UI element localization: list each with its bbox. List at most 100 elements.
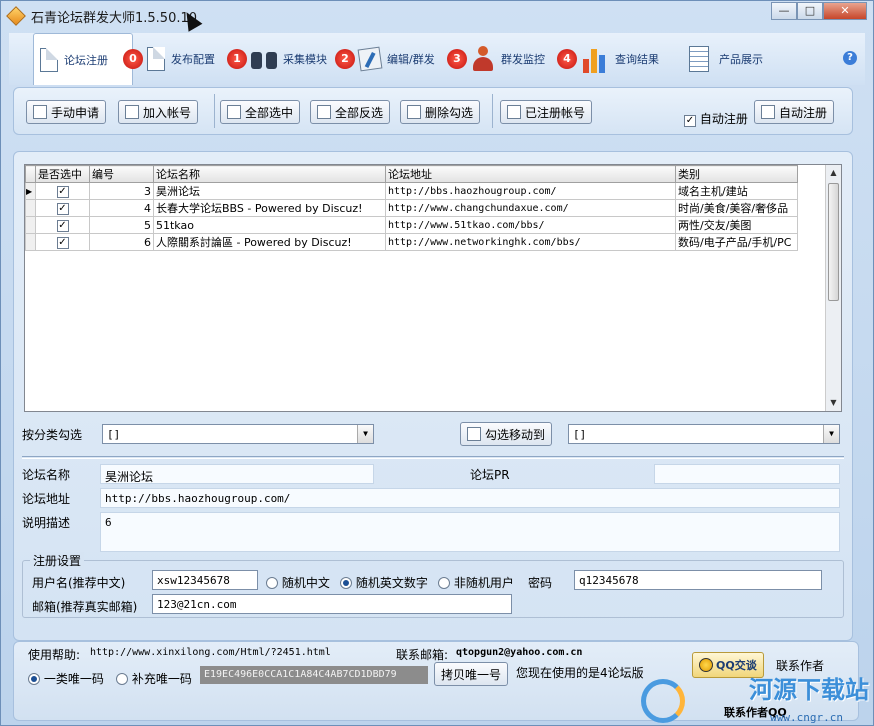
username-label: 用户名(推荐中文) xyxy=(32,576,126,590)
select-all-button[interactable]: 全部选中 xyxy=(220,100,301,124)
step-badge: 4 xyxy=(557,49,577,69)
column-header[interactable]: 编号 xyxy=(89,165,154,183)
column-header[interactable]: 论坛地址 xyxy=(385,165,676,183)
chevron-down-icon[interactable]: ▼ xyxy=(823,425,839,443)
checkbox-checked[interactable]: ✓ xyxy=(56,220,69,232)
table-row[interactable]: ✓ 6 人際關系討論區 - Powered by Discuz! http://… xyxy=(25,233,798,251)
radio-off[interactable] xyxy=(116,673,128,685)
tab-collect-module[interactable]: 1 采集模块 xyxy=(227,33,327,85)
password-field[interactable]: q12345678 xyxy=(574,570,822,590)
select-all-icon xyxy=(227,105,241,119)
checkbox-checked[interactable]: ✓ xyxy=(56,237,69,249)
toolbar: 手动申请 加入帐号 全部选中 全部反选 删除勾选 已注册帐号 ✓ 自动注册 自动… xyxy=(13,87,853,135)
toolbar-separator xyxy=(214,94,215,128)
button-label: 全部反选 xyxy=(335,105,384,120)
unique-code-type-1-radio[interactable]: 一类唯一码 xyxy=(28,670,104,687)
watermark-logo-icon xyxy=(641,679,685,723)
checkbox-checked[interactable]: ✓ xyxy=(684,115,696,127)
radio-off[interactable] xyxy=(438,577,450,589)
cell-url: http://www.changchundaxue.com/ xyxy=(385,199,676,217)
app-window: 石青论坛群发大师1.5.50.10 — □ ✕ 论坛注册 0 发布配置 1 采集… xyxy=(0,0,874,726)
document-icon xyxy=(147,47,165,71)
current-row-indicator-icon: ▶ xyxy=(25,182,36,200)
close-button[interactable]: ✕ xyxy=(823,2,867,20)
copy-unique-code-button[interactable]: 拷贝唯一号 xyxy=(434,662,509,686)
register-settings-legend: 注册设置 xyxy=(30,552,85,569)
row-header xyxy=(25,199,36,217)
forum-desc-field[interactable]: 6 xyxy=(100,512,840,552)
tab-edit-send[interactable]: 2 编辑/群发 xyxy=(335,33,435,85)
radio-off[interactable] xyxy=(266,577,278,589)
email-field[interactable]: 123@21cn.com xyxy=(152,594,512,614)
table-row[interactable]: ✓ 4 长春大学论坛BBS - Powered by Discuz! http:… xyxy=(25,199,798,217)
column-header[interactable]: 论坛名称 xyxy=(153,165,386,183)
button-label: 手动申请 xyxy=(51,105,100,120)
fixed-user-radio[interactable]: 非随机用户 xyxy=(438,574,514,591)
checkbox-checked[interactable]: ✓ xyxy=(56,186,69,198)
tab-product-showcase[interactable]: 产品展示 xyxy=(689,33,763,85)
auto-register-checkbox[interactable]: ✓ 自动注册 xyxy=(684,110,748,127)
checkbox-label: 自动注册 xyxy=(699,112,748,126)
contact-email-value: qtopgun2@yahoo.com.cn xyxy=(456,647,583,658)
invert-select-button[interactable]: 全部反选 xyxy=(310,100,391,124)
tab-query-results[interactable]: 4 查询结果 xyxy=(557,33,659,85)
minimize-button[interactable]: — xyxy=(771,2,797,20)
button-label: 自动注册 xyxy=(779,105,828,120)
column-header[interactable]: 类别 xyxy=(675,165,798,183)
registered-accounts-button[interactable]: 已注册帐号 xyxy=(500,100,593,124)
scroll-thumb[interactable] xyxy=(828,183,839,301)
tab-label: 查询结果 xyxy=(615,53,659,66)
table-row[interactable]: ▶ ✓ 3 昊洲论坛 http://bbs.haozhougroup.com/ … xyxy=(25,182,798,200)
help-icon[interactable]: ? xyxy=(843,51,857,65)
tab-send-monitor[interactable]: 3 群发监控 xyxy=(447,33,545,85)
auto-register-button[interactable]: 自动注册 xyxy=(754,100,835,124)
random-chinese-radio[interactable]: 随机中文 xyxy=(266,574,330,591)
table-row[interactable]: ✓ 5 51tkao http://www.51tkao.com/bbs/ 两性… xyxy=(25,216,798,234)
column-header[interactable]: 是否选中 xyxy=(35,165,90,183)
delete-checked-button[interactable]: 删除勾选 xyxy=(400,100,481,124)
row-checkbox[interactable]: ✓ xyxy=(35,233,90,251)
random-english-radio[interactable]: 随机英文数字 xyxy=(340,574,428,591)
table-header: 是否选中 编号 论坛名称 论坛地址 类别 xyxy=(25,165,798,183)
cell-url: http://www.51tkao.com/bbs/ xyxy=(385,216,676,234)
document-icon xyxy=(40,47,58,72)
forum-url-field[interactable]: http://bbs.haozhougroup.com/ xyxy=(100,488,840,508)
watermark-text: 河源下载站 xyxy=(749,676,869,704)
button-label: 全部选中 xyxy=(245,105,294,120)
select-value: [] xyxy=(107,428,121,441)
help-link[interactable]: http://www.xinxilong.com/Html/?2451.html xyxy=(90,647,331,658)
tab-forum-register[interactable]: 论坛注册 xyxy=(33,33,133,85)
cell-name: 长春大学论坛BBS - Powered by Discuz! xyxy=(153,199,386,217)
radio-on[interactable] xyxy=(28,673,40,685)
password-label: 密码 xyxy=(528,576,553,590)
manual-apply-button[interactable]: 手动申请 xyxy=(26,100,107,124)
move-checked-button[interactable]: 勾选移动到 xyxy=(460,422,553,446)
row-checkbox[interactable]: ✓ xyxy=(35,182,90,200)
step-badge: 2 xyxy=(335,49,355,69)
chevron-down-icon[interactable]: ▼ xyxy=(357,425,373,443)
row-checkbox[interactable]: ✓ xyxy=(35,216,90,234)
category-filter-select[interactable]: [] ▼ xyxy=(102,424,374,444)
scroll-down-icon[interactable]: ▼ xyxy=(826,395,841,411)
grid-scrollbar[interactable]: ▲ ▼ xyxy=(825,165,841,411)
maximize-button[interactable]: □ xyxy=(797,2,823,20)
list-icon xyxy=(507,105,521,119)
move-target-select[interactable]: [] ▼ xyxy=(568,424,840,444)
forum-desc-label: 说明描述 xyxy=(22,516,71,530)
scroll-up-icon[interactable]: ▲ xyxy=(826,165,841,181)
row-checkbox[interactable]: ✓ xyxy=(35,199,90,217)
radio-on[interactable] xyxy=(340,577,352,589)
forum-pr-field[interactable] xyxy=(654,464,840,484)
edit-icon xyxy=(357,46,383,72)
eraser-icon xyxy=(407,105,421,119)
row-header xyxy=(25,216,36,234)
checkbox-checked[interactable]: ✓ xyxy=(56,203,69,215)
unique-code-type-2-radio[interactable]: 补充唯一码 xyxy=(116,670,192,687)
unique-code-field[interactable]: E19EC496E0CCA1C1A84C4AB7CD1DBD79 xyxy=(200,666,428,684)
tab-publish-config[interactable]: 0 发布配置 xyxy=(123,33,215,85)
select-value: [] xyxy=(573,428,587,441)
add-account-button[interactable]: 加入帐号 xyxy=(118,100,199,124)
username-field[interactable]: xsw12345678 xyxy=(152,570,258,590)
forum-name-field[interactable]: 昊洲论坛 xyxy=(100,464,374,484)
button-label: 已注册帐号 xyxy=(525,105,586,120)
